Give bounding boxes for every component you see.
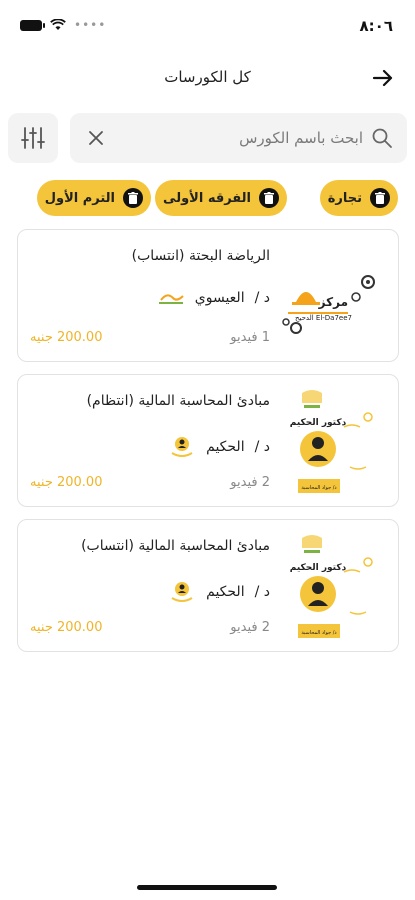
course-title: مبادئ المحاسبة المالية (انتساب) xyxy=(81,538,270,554)
status-time: ٨:٠٦ xyxy=(359,17,393,35)
thumb-text: دكتور الحكيم xyxy=(290,563,347,573)
course-thumbnail: مركز الدحيح El-Da7ee7 xyxy=(282,242,386,342)
trash-icon[interactable] xyxy=(123,188,143,208)
search-input[interactable] xyxy=(143,113,363,163)
course-thumbnail: دكتور الحكيم د/ جواد المحاسبة xyxy=(276,387,386,499)
course-price: 200.00 جنيه xyxy=(30,475,103,490)
course-price: 200.00 جنيه xyxy=(30,330,103,345)
course-card[interactable]: دكتور الحكيم د/ جواد المحاسبة مبادئ المح… xyxy=(17,374,399,507)
thumb-text: دكتور الحكيم xyxy=(290,418,347,428)
instructor-logo-icon xyxy=(171,582,193,602)
wifi-icon xyxy=(50,19,66,30)
page-title: كل الكورسات xyxy=(164,68,251,86)
instructor-prefix: د / xyxy=(254,439,270,455)
video-count: 2 فيديو xyxy=(230,620,270,635)
course-poster-icon: دكتور الحكيم د/ جواد المحاسبة xyxy=(276,532,386,644)
filter-button[interactable] xyxy=(8,113,58,163)
video-count: 2 فيديو xyxy=(230,475,270,490)
header: كل الكورسات xyxy=(0,60,415,96)
status-bar: •••• ٨:٠٦ xyxy=(0,0,415,50)
status-icons: •••• xyxy=(20,18,106,32)
instructor-prefix: د / xyxy=(254,584,270,600)
instructor-name: العيسوي xyxy=(194,290,245,306)
course-title: الرياضة البحتة (انتساب) xyxy=(131,248,270,264)
thumb-subtext: د/ جواد المحاسبة xyxy=(301,630,336,636)
video-count: 1 فيديو xyxy=(230,330,270,345)
filter-chip[interactable]: تجارة xyxy=(319,180,398,216)
filter-chip[interactable]: الترم الأول xyxy=(36,180,151,216)
filter-chip-label: الترم الأول xyxy=(44,190,115,206)
course-instructor: د / العيسوي xyxy=(157,290,270,306)
filter-chips: تجارة الفرقه الأولى الترم الأول xyxy=(0,180,415,216)
instructor-logo-icon xyxy=(171,437,193,457)
instructor-logo-icon xyxy=(158,294,184,304)
course-thumbnail: دكتور الحكيم د/ جواد المحاسبة xyxy=(276,532,386,644)
filter-chip-label: تجارة xyxy=(327,190,362,206)
search-box xyxy=(70,113,407,163)
course-instructor: د / الحكيم xyxy=(168,580,270,604)
thumb-subtext: الدحيح El-Da7ee7 xyxy=(295,314,352,322)
signal-dots: •••• xyxy=(74,18,107,32)
center-logo-icon: مركز الدحيح El-Da7ee7 xyxy=(282,275,375,334)
sliders-icon xyxy=(21,127,45,149)
course-poster-icon: دكتور الحكيم د/ جواد المحاسبة xyxy=(276,387,386,499)
close-icon xyxy=(89,131,103,145)
instructor-name: الحكيم xyxy=(206,439,245,455)
instructor-name: الحكيم xyxy=(206,584,245,600)
course-title: مبادئ المحاسبة المالية (انتظام) xyxy=(86,393,270,409)
instructor-prefix: د / xyxy=(254,290,270,306)
trash-icon[interactable] xyxy=(370,188,390,208)
filter-chip-label: الفرقه الأولى xyxy=(163,190,251,206)
trash-icon[interactable] xyxy=(259,188,279,208)
home-indicator[interactable] xyxy=(137,885,277,890)
thumb-text: مركز xyxy=(318,295,348,309)
course-instructor: د / الحكيم xyxy=(168,435,270,459)
filter-chip[interactable]: الفرقه الأولى xyxy=(155,180,287,216)
clear-search-button[interactable] xyxy=(84,126,108,150)
course-card[interactable]: دكتور الحكيم د/ جواد المحاسبة مبادئ المح… xyxy=(17,519,399,652)
search-row xyxy=(8,113,407,163)
course-price: 200.00 جنيه xyxy=(30,620,103,635)
thumb-subtext: د/ جواد المحاسبة xyxy=(301,485,336,491)
battery-icon xyxy=(20,19,45,31)
course-card[interactable]: مركز الدحيح El-Da7ee7 الرياضة البحتة (ان… xyxy=(17,229,399,362)
search-icon xyxy=(372,128,392,148)
